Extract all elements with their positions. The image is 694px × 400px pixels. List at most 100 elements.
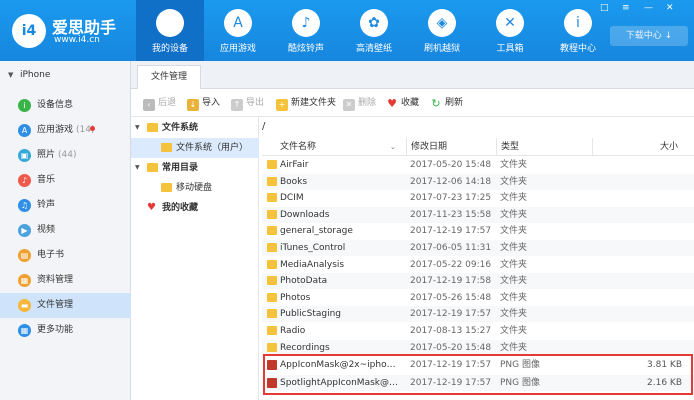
sort-chevron-icon[interactable]: ⌄	[390, 138, 396, 156]
highlight-annotation-box	[263, 354, 693, 395]
close-icon[interactable]: ✕	[666, 3, 674, 13]
file-type: 文件夹	[500, 226, 528, 237]
tree-item-label: 文件系统（用户）	[176, 143, 249, 153]
file-date: 2017-12-19 17:57:...	[410, 309, 492, 320]
tree-item-0[interactable]: ▼ 文件系统	[131, 118, 259, 138]
nav-item-4[interactable]: ◈ 刷机越狱	[408, 0, 476, 61]
toolbar-export-button[interactable]: ↑ 导出	[231, 96, 264, 111]
file-row[interactable]: AirFair 2017-05-20 15:48:... 文件夹	[262, 157, 694, 173]
current-path: /	[262, 121, 266, 132]
top-header: i4 爱思助手 www.i4.cn 我的设备 A 应用游戏 ♪ 酷炫铃声 ✿ 高清壁纸 ◈ 刷机…	[0, 0, 694, 61]
menu-icon[interactable]: ≡	[622, 3, 630, 13]
sidebar-item-3[interactable]: ♪ 音乐	[0, 168, 131, 193]
sidebar-item-4[interactable]: ♫ 铃声	[0, 193, 131, 218]
file-type: 文件夹	[500, 243, 528, 253]
new-folder-icon: +	[276, 99, 288, 111]
nav-label: 应用游戏	[219, 44, 256, 54]
file-row[interactable]: Downloads 2017-11-23 15:58:... 文件夹	[262, 206, 694, 223]
grid-icon: ▦	[18, 324, 31, 337]
tree-item-2[interactable]: ▼ 常用目录	[131, 158, 259, 178]
photo-icon: ▣	[18, 149, 31, 162]
file-name: PublicStaging	[280, 309, 342, 320]
sidebar: ▼ iPhone i 设备信息 A 应用游戏 (14) ▣ 照片 (44) ♪ 音乐 ♫ 铃声 ▶ 视频 ▤…	[0, 61, 131, 400]
file-icon: ▬	[18, 299, 31, 312]
column-name[interactable]: 文件名称	[280, 138, 316, 156]
file-row[interactable]: PublicStaging 2017-12-19 17:57:... 文件夹	[262, 306, 694, 323]
expand-arrow-icon[interactable]: ▼	[135, 118, 140, 138]
toolbar-refresh-button[interactable]: ↻ 刷新	[430, 96, 463, 110]
sidebar-item-7[interactable]: ▦ 资料管理	[0, 268, 131, 293]
nav-item-1[interactable]: A 应用游戏	[204, 0, 272, 61]
info-icon: i	[18, 99, 31, 112]
file-row[interactable]: DCIM 2017-07-23 17:25:... 文件夹	[262, 190, 694, 206]
file-row[interactable]: iTunes_Control 2017-06-05 11:31:... 文件夹	[262, 240, 694, 256]
sidebar-item-text: 照片	[37, 150, 56, 160]
sidebar-item-text: 更多功能	[37, 325, 74, 335]
file-type: 文件夹	[500, 160, 528, 170]
file-date: 2017-07-23 17:25:...	[410, 193, 492, 204]
nav-item-5[interactable]: ✕ 工具箱	[476, 0, 544, 61]
sidebar-item-9[interactable]: ▦ 更多功能	[0, 318, 131, 343]
folder-icon	[147, 163, 158, 172]
sidebar-item-label: 音乐	[37, 168, 55, 193]
folder-icon	[267, 193, 277, 203]
skin-icon[interactable]: □	[600, 3, 609, 13]
file-type: 文件夹	[500, 259, 528, 270]
tree-item-3[interactable]: 移动硬盘	[131, 178, 259, 198]
sidebar-item-8[interactable]: ▬ 文件管理	[0, 293, 131, 318]
sidebar-item-label: 更多功能	[37, 318, 73, 343]
file-name: MediaAnalysis	[280, 259, 345, 270]
nav-item-0[interactable]: 我的设备	[136, 0, 204, 61]
nav-item-3[interactable]: ✿ 高清壁纸	[340, 0, 408, 61]
tab-file-manager[interactable]: 文件管理	[137, 65, 201, 89]
device-selector[interactable]: ▼ iPhone	[0, 65, 131, 85]
column-type-label: 类型	[501, 142, 520, 152]
sidebar-item-0[interactable]: i 设备信息	[0, 93, 131, 118]
column-type[interactable]: 类型	[496, 138, 519, 156]
sidebar-item-5[interactable]: ▶ 视频	[0, 218, 131, 243]
logo-icon: i4	[12, 14, 46, 48]
column-name-label: 文件名称	[280, 142, 317, 152]
file-date: 2017-05-20 15:48:...	[410, 160, 492, 170]
toolbar-label: 收藏	[401, 98, 420, 108]
toolbar-delete-button[interactable]: ✕ 删除	[343, 96, 376, 111]
tree-item-label: 移动硬盘	[176, 183, 213, 193]
export-icon: ↑	[231, 99, 243, 111]
toolbar: ‹ 后退 ↓ 导入 ↑ 导出 + 新建文件夹 ✕ 删除 ♥ 收藏 ↻ 刷新	[131, 89, 694, 117]
file-type: 文件夹	[500, 309, 528, 320]
toolbar-heart-button[interactable]: ♥ 收藏	[386, 96, 419, 110]
file-row[interactable]: Radio 2017-08-13 15:27:... 文件夹	[262, 323, 694, 339]
file-date: 2017-12-06 14:18:...	[410, 176, 492, 187]
sidebar-item-text: 视频	[37, 225, 56, 235]
sidebar-item-2[interactable]: ▣ 照片 (44)	[0, 143, 131, 168]
sidebar-item-label: 设备信息	[37, 93, 73, 118]
tree-item-4[interactable]: ♥ 我的收藏	[131, 198, 259, 218]
app-logo: i4 爱思助手 www.i4.cn	[8, 10, 128, 50]
download-center-button[interactable]: 下载中心 ↓	[610, 26, 688, 46]
nav-item-2[interactable]: ♪ 酷炫铃声	[272, 0, 340, 61]
sidebar-item-text: 文件管理	[37, 300, 74, 310]
file-row[interactable]: PhotoData 2017-12-19 17:58:... 文件夹	[262, 273, 694, 290]
expand-arrow-icon[interactable]: ▼	[135, 158, 140, 178]
tree-item-1[interactable]: 文件系统（用户）	[131, 138, 259, 158]
nav-label: 教程中心	[559, 44, 596, 54]
tree-item-label: 文件系统	[162, 123, 199, 133]
sidebar-item-text: 铃声	[37, 200, 56, 210]
file-row[interactable]: Books 2017-12-06 14:18:... 文件夹	[262, 173, 694, 190]
heart-icon: ♥	[387, 97, 397, 110]
file-row[interactable]: general_storage 2017-12-19 17:57:... 文件夹	[262, 223, 694, 239]
sidebar-item-6[interactable]: ▤ 电子书	[0, 243, 131, 268]
file-row[interactable]: Photos 2017-05-26 15:48:... 文件夹	[262, 290, 694, 306]
download-icon: ↓	[664, 31, 673, 41]
toolbar-import-button[interactable]: ↓ 导入	[187, 96, 220, 111]
column-size[interactable]: 大小	[592, 138, 682, 156]
file-type: 文件夹	[500, 193, 528, 204]
toolbar-back-button[interactable]: ‹ 后退	[143, 96, 176, 111]
column-date[interactable]: 修改日期	[406, 138, 447, 156]
file-row[interactable]: MediaAnalysis 2017-05-22 09:16:... 文件夹	[262, 257, 694, 273]
sidebar-item-1[interactable]: A 应用游戏 (14)	[0, 118, 131, 143]
toolbar-new-folder-button[interactable]: + 新建文件夹	[276, 96, 336, 111]
minimize-icon[interactable]: —	[644, 3, 653, 13]
tree-item-label: 我的收藏	[162, 203, 199, 213]
folder-icon	[147, 123, 158, 132]
